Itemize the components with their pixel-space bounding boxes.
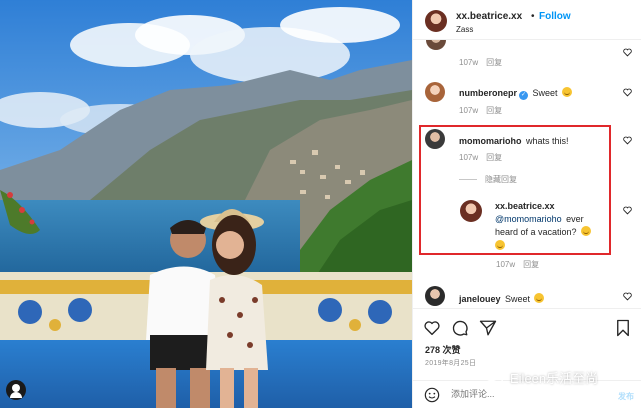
reply-mention[interactable]: @momomarioho [495, 214, 562, 224]
comment-meta: 107w 回复 [459, 105, 502, 116]
comment-meta: 107w 回复 [459, 57, 502, 68]
reply-author-avatar[interactable] [460, 200, 482, 222]
reply-button[interactable]: 回复 [486, 106, 502, 115]
watermark: Eileen乐活至尚 [484, 366, 598, 388]
comment-text: Sweet [504, 294, 530, 304]
likes-count[interactable]: 278 次赞 [425, 343, 461, 356]
reply-xx-beatrice: xx.beatrice.xx @momomarioho ever heard o… [495, 200, 607, 250]
follow-button[interactable]: Follow [539, 11, 571, 22]
post-date: 2019年8月25日 [425, 360, 477, 367]
post-photo[interactable] [0, 0, 412, 408]
commenter-avatar[interactable] [425, 129, 445, 149]
smiling-face-emoji-icon [581, 226, 592, 236]
author-username[interactable]: xx.beatrice.xx [456, 11, 522, 22]
watermark-text: Eileen乐活至尚 [510, 370, 599, 386]
reply-username[interactable]: xx.beatrice.xx [495, 200, 607, 212]
smiling-face-emoji-icon [561, 87, 572, 97]
comment-username[interactable]: numberonepr [459, 88, 517, 98]
like-reply-heart-icon[interactable] [623, 206, 632, 215]
emoji-picker-icon[interactable] [424, 387, 440, 403]
comment-text: whats this! [525, 136, 569, 146]
wechat-icon [484, 369, 504, 385]
hide-replies-divider [459, 179, 477, 180]
likes-number: 278 [425, 345, 441, 355]
post-header: xx.beatrice.xx • Follow Zass [413, 0, 641, 40]
comment-username[interactable]: janelouey [459, 294, 501, 304]
commenter-avatar[interactable] [425, 82, 445, 102]
commenter-avatar[interactable] [425, 286, 445, 306]
add-comment-input[interactable] [451, 389, 571, 399]
comment-janelouey: janelouey Sweet [459, 289, 609, 307]
positano-couple-photo [0, 0, 412, 408]
likes-label: 次赞 [442, 345, 461, 355]
smiling-face-emoji-icon [534, 293, 545, 303]
comment-time: 107w [459, 153, 479, 162]
post-location[interactable]: Zass [456, 25, 473, 34]
verified-badge-icon: ✓ [519, 91, 529, 100]
tagged-user-icon[interactable] [6, 380, 26, 400]
hide-replies-button[interactable]: 隐藏回复 [485, 174, 517, 185]
reply-meta: 107w 回复 [496, 259, 539, 270]
commenter-avatar[interactable] [426, 40, 446, 50]
post-sidebar: xx.beatrice.xx • Follow Zass 107w 回复 numb… [412, 0, 641, 408]
like-comment-heart-icon[interactable] [623, 88, 632, 97]
smiling-face-emoji-icon [495, 240, 505, 250]
comment-numberonepr: numberonepr ✓ Sweet [459, 83, 629, 101]
like-comment-heart-icon[interactable] [623, 48, 632, 57]
author-avatar[interactable] [425, 10, 447, 32]
comment-username[interactable]: momomarioho [459, 136, 522, 146]
reply-button[interactable]: 回复 [523, 260, 539, 269]
reply-time: 107w [496, 260, 516, 269]
like-comment-heart-icon[interactable] [623, 292, 632, 301]
reply-button[interactable]: 回复 [486, 153, 502, 162]
comment-time: 107w [459, 106, 479, 115]
comment-text: Sweet [532, 88, 558, 98]
bookmark-icon[interactable] [614, 319, 632, 337]
reply-button[interactable]: 回复 [486, 58, 502, 67]
share-send-icon[interactable] [479, 319, 497, 337]
comment-time: 107w [459, 58, 479, 67]
comments-list[interactable]: 107w 回复 numberonepr ✓ Sweet 107w 回复 momomar… [413, 40, 641, 308]
like-heart-icon[interactable] [423, 319, 441, 337]
comment-momomarioho: momomarioho whats this! [459, 131, 609, 149]
comment-bubble-icon[interactable] [451, 319, 469, 337]
comment-meta: 107w 回复 [459, 152, 502, 163]
header-separator: • [531, 11, 535, 22]
like-comment-heart-icon[interactable] [623, 136, 632, 145]
post-comment-button[interactable]: 发布 [618, 391, 634, 402]
